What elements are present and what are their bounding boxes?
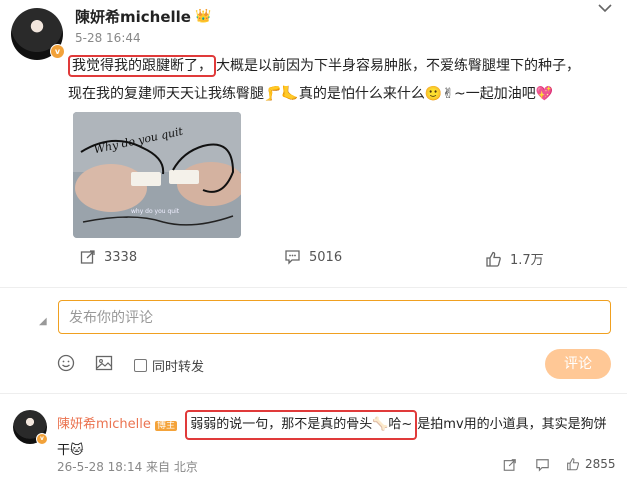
- emoji-button-icon[interactable]: [57, 354, 75, 372]
- repost-count: 3338: [104, 249, 138, 265]
- drag-handle-icon: ◢: [39, 316, 47, 327]
- bone-emoji-icon: 🦴: [372, 417, 389, 432]
- like-count: 1.7万: [510, 253, 544, 268]
- thumbs-up-icon: [566, 457, 580, 471]
- verified-badge-icon: v: [50, 44, 65, 59]
- comment-like-button[interactable]: 2855: [566, 457, 616, 471]
- repost-icon: [80, 249, 96, 265]
- comment-text-rest: 是拍mv用的小道具，其实是狗饼: [417, 417, 607, 432]
- crown-icon: 👑: [194, 9, 212, 24]
- comment-meta: 26-5-28 18:14 来自 北京: [57, 460, 198, 474]
- comment-button[interactable]: 5016: [284, 249, 342, 265]
- submit-comment-button[interactable]: 评论: [545, 349, 611, 379]
- comment-icon: [284, 249, 301, 265]
- divider: [0, 393, 627, 394]
- comment-highlight-end: 哈~: [388, 417, 413, 432]
- comment-author[interactable]: 陳妍希michelle: [57, 417, 151, 432]
- chevron-down-icon[interactable]: [597, 2, 613, 14]
- repost-button[interactable]: 3338: [80, 249, 137, 265]
- divider: [0, 287, 627, 288]
- comment-body: 陳妍希michelle 博主 弱弱的说一句，那不是真的骨头🦴哈~ 是拍mv用的小道…: [57, 410, 617, 462]
- verified-badge-icon: v: [36, 433, 48, 445]
- blogger-badge: 博主: [155, 421, 178, 431]
- post-text-line2-end: ~一起加油吧: [454, 86, 536, 102]
- comment-highlight-text: 弱弱的说一句，那不是真的骨头: [190, 417, 373, 432]
- emoji-leg-icon: 🦵🦶: [264, 86, 299, 102]
- highlighted-text: 我觉得我的跟腱断了，: [68, 55, 216, 77]
- dog-emoji-icon: 🐱: [70, 443, 84, 458]
- post-image[interactable]: Why do you quit why do you quit: [73, 112, 241, 238]
- comment-input[interactable]: 发布你的评论: [58, 300, 611, 334]
- comment-reply-icon[interactable]: [535, 458, 550, 472]
- post-text-line1: 大概是以前因为下半身容易肿胀，不爱练臀腿埋下的种子，: [216, 58, 580, 74]
- like-button[interactable]: 1.7万: [485, 249, 544, 268]
- thumbs-up-icon: [485, 251, 502, 267]
- post-time[interactable]: 5-28 16:44: [75, 31, 141, 45]
- emoji-heart-icon: 💖: [535, 86, 554, 102]
- comment-count: 5016: [309, 249, 343, 265]
- emoji-smile-icon: 🙂✌: [424, 86, 455, 102]
- repost-checkbox[interactable]: [134, 359, 147, 372]
- post-body: 我觉得我的跟腱断了， 大概是以前因为下半身容易肿胀，不爱练臀腿埋下的种子， 现在我…: [68, 52, 618, 108]
- post-text-line2: 现在我的复建师天天让我练臀腿: [68, 86, 264, 102]
- comment-repost-icon[interactable]: [503, 458, 517, 472]
- post-text-line2-mid: 真的是怕什么来什么: [298, 86, 425, 102]
- author-name[interactable]: 陳妍希michelle: [75, 6, 191, 27]
- repost-checkbox-label: 同时转发: [152, 360, 205, 375]
- comment-like-count: 2855: [585, 457, 616, 471]
- repost-checkbox-row[interactable]: 同时转发: [134, 356, 204, 375]
- image-caption-small: why do you quit: [131, 208, 180, 215]
- image-upload-icon[interactable]: [95, 354, 113, 372]
- highlighted-comment: 弱弱的说一句，那不是真的骨头🦴哈~: [185, 410, 418, 440]
- comment-text-line2: 干: [57, 443, 71, 458]
